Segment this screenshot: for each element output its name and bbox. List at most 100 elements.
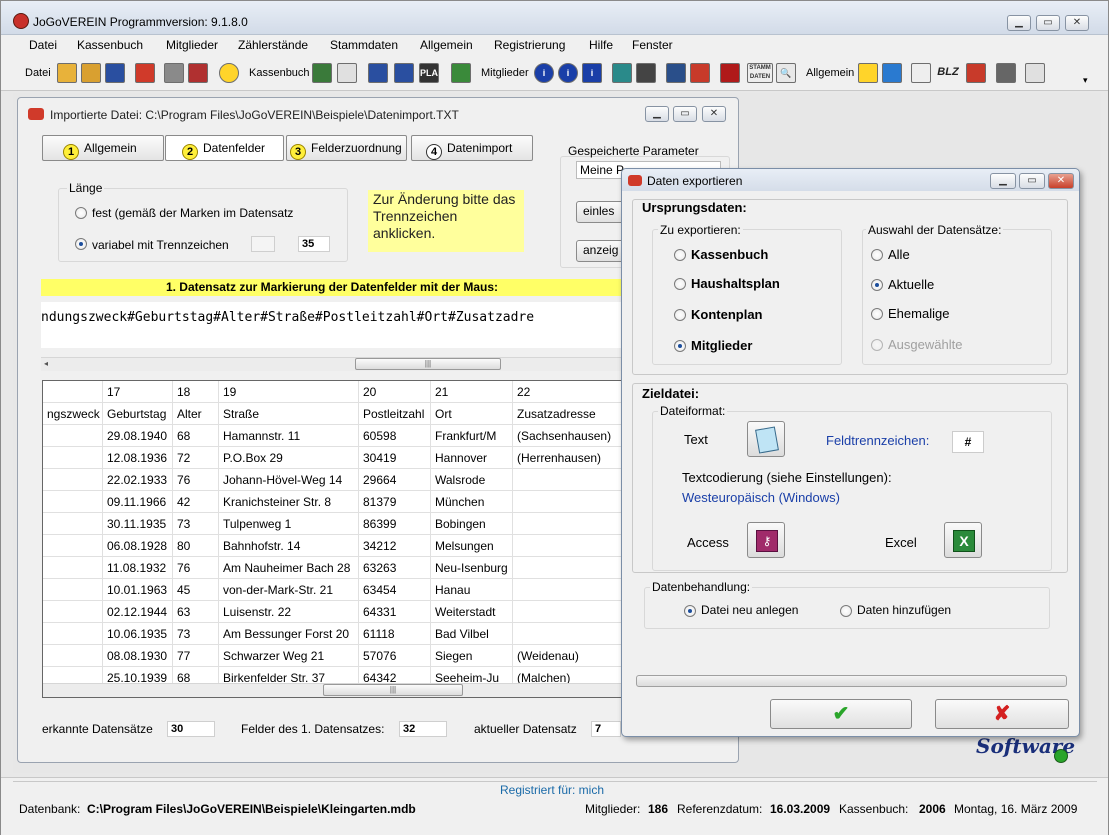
table-cell[interactable]: 29664: [359, 469, 431, 491]
table-cell[interactable]: 10.01.1963: [103, 579, 173, 601]
table-cell[interactable]: P.O.Box 29: [219, 447, 359, 469]
calculator-icon[interactable]: [996, 63, 1016, 83]
menu-stammdaten[interactable]: Stammdaten: [330, 38, 398, 52]
radio-mitglieder[interactable]: [674, 340, 686, 352]
table-cell[interactable]: 72: [173, 447, 219, 469]
table-cell[interactable]: Neu-Isenburg: [431, 557, 513, 579]
settings-edit-icon[interactable]: [1025, 63, 1045, 83]
grid-scrollbar[interactable]: |||: [43, 683, 623, 697]
table-cell[interactable]: 63263: [359, 557, 431, 579]
document-edit-icon[interactable]: [337, 63, 357, 83]
table-cell[interactable]: [43, 535, 103, 557]
access-format-button[interactable]: ⚷: [747, 522, 785, 558]
radio-aktuelle[interactable]: [871, 279, 883, 291]
ok-button[interactable]: ✔: [770, 699, 912, 729]
table-cell[interactable]: Kranichsteiner Str. 8: [219, 491, 359, 513]
grid-column-header[interactable]: ngszweck: [43, 403, 103, 425]
table-cell[interactable]: München: [431, 491, 513, 513]
tab-datenimport[interactable]: 4 Datenimport: [411, 135, 533, 161]
trennzeichen-field[interactable]: [251, 236, 275, 252]
grid-column-header[interactable]: Postleitzahl: [359, 403, 431, 425]
open-folder-icon[interactable]: [57, 63, 77, 83]
grid-column-header[interactable]: Alter: [173, 403, 219, 425]
shapes-icon[interactable]: [858, 63, 878, 83]
table-cell[interactable]: [513, 513, 623, 535]
radio-ehemalige[interactable]: [871, 308, 883, 320]
calculator-print-icon[interactable]: [188, 63, 208, 83]
table-cell[interactable]: [43, 425, 103, 447]
table-cell[interactable]: 45: [173, 579, 219, 601]
table-cell[interactable]: (Weidenau): [513, 645, 623, 667]
grid-col-number[interactable]: 20: [359, 381, 431, 403]
table-cell[interactable]: 08.08.1930: [103, 645, 173, 667]
import-maximize-button[interactable]: ▭: [673, 106, 697, 122]
table-cell[interactable]: Tulpenweg 1: [219, 513, 359, 535]
table-cell[interactable]: Schwarzer Weg 21: [219, 645, 359, 667]
table-cell[interactable]: Luisenstr. 22: [219, 601, 359, 623]
spreadsheet-icon[interactable]: [911, 63, 931, 83]
radio-kassenbuch[interactable]: [674, 249, 686, 261]
red-book-icon[interactable]: [720, 63, 740, 83]
table-cell[interactable]: 73: [173, 513, 219, 535]
table-cell[interactable]: 42: [173, 491, 219, 513]
table-cell[interactable]: Siegen: [431, 645, 513, 667]
grid-col-number[interactable]: 18: [173, 381, 219, 403]
printer-icon[interactable]: [164, 63, 184, 83]
table-cell[interactable]: 76: [173, 557, 219, 579]
smiley-icon[interactable]: [219, 63, 239, 83]
table-cell[interactable]: von-der-Mark-Str. 21: [219, 579, 359, 601]
table-cell[interactable]: [43, 579, 103, 601]
grid-scroll-thumb[interactable]: |||: [323, 684, 463, 696]
radio-laenge-variabel[interactable]: [75, 238, 87, 250]
table-cell[interactable]: [43, 469, 103, 491]
radio-kontenplan[interactable]: [674, 309, 686, 321]
table-cell[interactable]: 63454: [359, 579, 431, 601]
table-cell[interactable]: 02.12.1944: [103, 601, 173, 623]
table-cell[interactable]: 10.06.1935: [103, 623, 173, 645]
table-cell[interactable]: 29.08.1940: [103, 425, 173, 447]
table-cell[interactable]: Hamannstr. 11: [219, 425, 359, 447]
chart-icon[interactable]: [368, 63, 388, 83]
cash-register-icon[interactable]: [312, 63, 332, 83]
record-scrollbar[interactable]: ◂ |||: [41, 357, 623, 371]
table-cell[interactable]: [43, 447, 103, 469]
tools-icon[interactable]: [966, 63, 986, 83]
car-icon[interactable]: [135, 63, 155, 83]
table-cell[interactable]: [513, 469, 623, 491]
menu-fenster[interactable]: Fenster: [632, 38, 673, 52]
record-scroll-thumb[interactable]: |||: [355, 358, 501, 370]
grid-col-number[interactable]: 22: [513, 381, 623, 403]
table-cell[interactable]: [513, 623, 623, 645]
table-cell[interactable]: 22.02.1933: [103, 469, 173, 491]
info-2-icon[interactable]: i: [558, 63, 578, 83]
table-cell[interactable]: Bobingen: [431, 513, 513, 535]
menu-datei[interactable]: Datei: [29, 38, 57, 52]
dialog-minimize-button[interactable]: ▁: [990, 173, 1016, 189]
member-list-icon[interactable]: [636, 63, 656, 83]
grid-column-header[interactable]: Straße: [219, 403, 359, 425]
table-cell[interactable]: (Sachsenhausen): [513, 425, 623, 447]
table-cell[interactable]: [43, 601, 103, 623]
table-cell[interactable]: 09.11.1966: [103, 491, 173, 513]
chart-2-icon[interactable]: [394, 63, 414, 83]
menu-hilfe[interactable]: Hilfe: [589, 38, 613, 52]
table-cell[interactable]: Bad Vilbel: [431, 623, 513, 645]
grid-col-number[interactable]: 21: [431, 381, 513, 403]
feldtrenn-input[interactable]: #: [952, 431, 984, 453]
table-cell[interactable]: [43, 645, 103, 667]
grid-col-number[interactable]: 17: [103, 381, 173, 403]
excel-format-button[interactable]: X: [944, 522, 982, 558]
table-cell[interactable]: 64331: [359, 601, 431, 623]
table-cell[interactable]: [513, 601, 623, 623]
table-cell[interactable]: Am Bessunger Forst 20: [219, 623, 359, 645]
table-cell[interactable]: 12.08.1936: [103, 447, 173, 469]
table-cell[interactable]: [513, 557, 623, 579]
maximize-button[interactable]: ▭: [1036, 15, 1060, 31]
radio-laenge-fest[interactable]: [75, 207, 87, 219]
table-cell[interactable]: [43, 623, 103, 645]
stammdaten-icon[interactable]: STAMM DATEN: [747, 63, 773, 83]
table-cell[interactable]: Walsrode: [431, 469, 513, 491]
table-cell[interactable]: 57076: [359, 645, 431, 667]
table-cell[interactable]: Weiterstadt: [431, 601, 513, 623]
shapes-2-icon[interactable]: [882, 63, 902, 83]
